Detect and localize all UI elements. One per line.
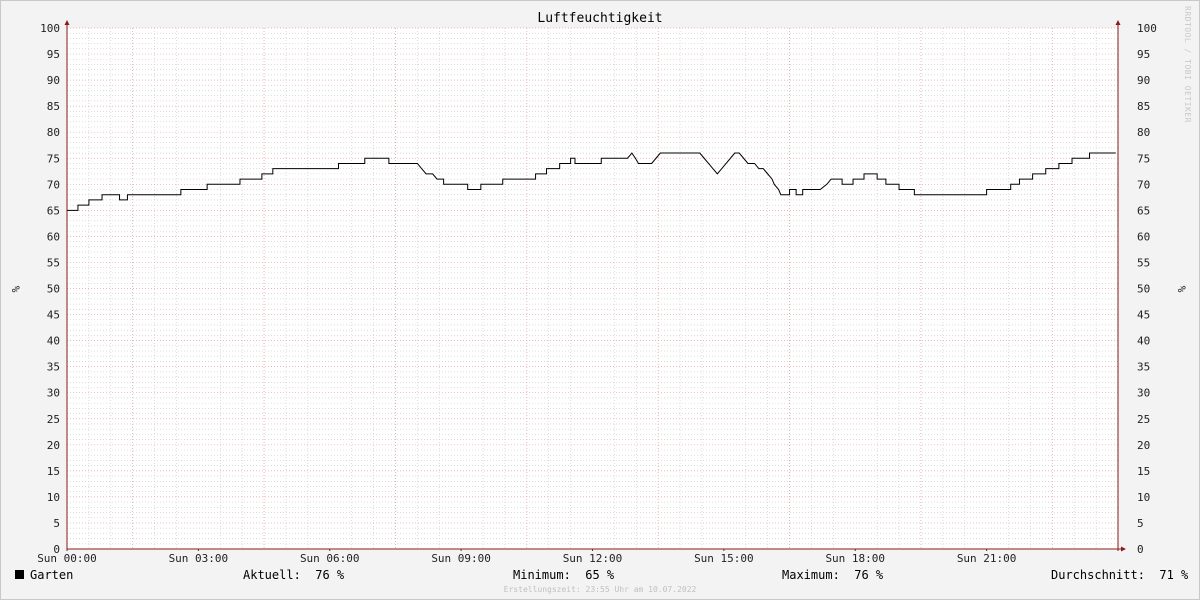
x-tick-label: Sun 06:00 — [300, 552, 360, 565]
y-tick-label-left: 50 — [47, 283, 60, 296]
y-tick-label-left: 60 — [47, 230, 60, 243]
y-tick-label-right: 0 — [1137, 543, 1144, 556]
legend-avg-label: Durchschnitt: — [1051, 568, 1145, 582]
x-tick-label: Sun 12:00 — [563, 552, 623, 565]
y-tick-label-right: 90 — [1137, 74, 1150, 87]
legend-min-value: 65 % — [585, 568, 615, 582]
legend-series-name: Garten — [30, 568, 74, 582]
y-tick-label-left: 65 — [47, 204, 60, 217]
creation-timestamp: Erstellungszeit: 23:55 Uhr am 10.07.2022 — [503, 585, 697, 594]
x-tick-label: Sun 09:00 — [431, 552, 491, 565]
y-tick-label-right: 45 — [1137, 309, 1150, 322]
y-tick-label-left: 35 — [47, 361, 60, 374]
y-tick-label-left: 45 — [47, 309, 60, 322]
x-tick-label: Sun 21:00 — [957, 552, 1017, 565]
y-tick-label-right: 5 — [1137, 517, 1144, 530]
y-tick-label-right: 30 — [1137, 387, 1150, 400]
legend-max-value: 76 % — [854, 568, 884, 582]
y-tick-label-left: 85 — [47, 100, 60, 113]
y-tick-label-left: 25 — [47, 413, 60, 426]
x-tick-label: Sun 15:00 — [694, 552, 754, 565]
y-tick-label-left: 95 — [47, 48, 60, 61]
legend-minimum: Minimum: 65 % — [513, 568, 614, 582]
y-tick-label-right: 35 — [1137, 361, 1150, 374]
y-tick-label-right: 55 — [1137, 256, 1150, 269]
y-tick-label-right: 20 — [1137, 439, 1150, 452]
y-tick-label-left: 20 — [47, 439, 60, 452]
humidity-chart: 0 5 10 15 20 25 30 35 40 45 50 55 60 65 70 75 80 85 90 95 10… — [9, 20, 1188, 565]
y-tick-label-right: 25 — [1137, 413, 1150, 426]
x-tick-label: Sun 03:00 — [169, 552, 229, 565]
x-tick-labels: Sun 00:00 Sun 03:00 Sun 06:00 Sun 09:00 Sun … — [37, 552, 1016, 565]
y-tick-label-right: 75 — [1137, 152, 1150, 165]
y-tick-label-right: 40 — [1137, 335, 1150, 348]
y-tick-label-right: 85 — [1137, 100, 1150, 113]
y-tick-label-right: 50 — [1137, 283, 1150, 296]
legend-current-label: Aktuell: — [243, 568, 301, 582]
y-tick-labels-left: 0510152025303540455055606570758085909510… — [40, 22, 60, 556]
x-tick-label: Sun 00:00 — [37, 552, 97, 565]
x-tick-label: Sun 18:00 — [825, 552, 885, 565]
y-tick-label-left: 75 — [47, 152, 60, 165]
y-tick-label-left: 40 — [47, 335, 60, 348]
y-tick-label-right: 70 — [1137, 178, 1150, 191]
y-tick-label-left: 55 — [47, 256, 60, 269]
y-axis-arrow-left — [64, 20, 70, 25]
y-tick-label-left: 5 — [53, 517, 60, 530]
legend-current: Aktuell: 76 % — [243, 568, 344, 582]
y-tick-label-right: 60 — [1137, 230, 1150, 243]
y-tick-label-left: 10 — [47, 491, 60, 504]
legend-max-label: Maximum: — [782, 568, 840, 582]
y-tick-label-left: 100 — [40, 22, 60, 35]
legend-current-value: 76 % — [315, 568, 345, 582]
y-axis-label-right: % — [1175, 286, 1188, 293]
y-tick-label-right: 100 — [1137, 22, 1157, 35]
legend-avg-value: 71 % — [1159, 568, 1189, 582]
y-tick-label-left: 70 — [47, 178, 60, 191]
legend-average: Durchschnitt: 71 % — [1051, 568, 1188, 582]
legend-min-label: Minimum: — [513, 568, 571, 582]
legend-swatch — [15, 570, 24, 579]
y-tick-label-left: 30 — [47, 387, 60, 400]
y-tick-label-right: 65 — [1137, 204, 1150, 217]
y-tick-label-right: 15 — [1137, 465, 1150, 478]
y-tick-label-left: 80 — [47, 126, 60, 139]
y-axis-label-left: % — [9, 286, 22, 293]
y-axis-arrow-right — [1115, 20, 1121, 25]
y-tick-label-right: 80 — [1137, 126, 1150, 139]
y-tick-label-left: 15 — [47, 465, 60, 478]
y-tick-labels-right: 0 5 10 15 20 25 30 35 40 45 50 55 60 65 70 75 80 85 90 95 10… — [1137, 22, 1157, 556]
y-tick-label-left: 90 — [47, 74, 60, 87]
x-axis-arrow — [1121, 546, 1126, 552]
y-tick-label-right: 95 — [1137, 48, 1150, 61]
y-tick-label-right: 10 — [1137, 491, 1150, 504]
legend-maximum: Maximum: 76 % — [782, 568, 883, 582]
